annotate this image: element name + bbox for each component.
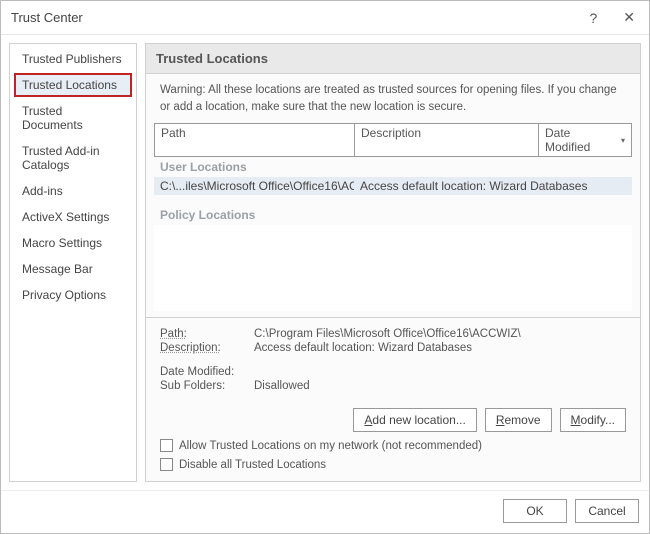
ok-button[interactable]: OK (503, 499, 567, 523)
window-controls: ? ✕ (585, 7, 639, 28)
cancel-button[interactable]: Cancel (575, 499, 639, 523)
dialog-body: Trusted Publishers Trusted Locations Tru… (1, 35, 649, 490)
add-new-location-button[interactable]: Add new location... (353, 408, 476, 432)
sidebar-item-trusted-locations[interactable]: Trusted Locations (14, 73, 132, 97)
action-buttons: Add new location... Remove Modify... (146, 402, 640, 436)
detail-label-description: Description: (160, 342, 238, 354)
dialog-footer: OK Cancel (1, 490, 649, 533)
close-icon[interactable]: ✕ (619, 7, 639, 28)
detail-value-sub-folders: Disallowed (254, 380, 626, 392)
sidebar-item-macro-settings[interactable]: Macro Settings (14, 231, 132, 255)
sidebar-item-label: Message Bar (22, 262, 93, 276)
locations-table: Path Description Date Modified ▾ (154, 123, 632, 157)
allow-network-checkbox[interactable] (160, 439, 173, 452)
location-details: Path: C:\Program Files\Microsoft Office\… (146, 317, 640, 402)
column-header-date-label: Date Modified (545, 126, 617, 154)
warning-text: Warning: All these locations are treated… (146, 74, 640, 123)
window-title: Trust Center (11, 10, 83, 25)
disable-all-checkbox-row[interactable]: Disable all Trusted Locations (146, 455, 640, 481)
sidebar-item-label: Add-ins (22, 184, 63, 198)
column-header-path[interactable]: Path (155, 124, 355, 156)
sidebar-item-trusted-publishers[interactable]: Trusted Publishers (14, 47, 132, 71)
detail-value-date-modified (254, 366, 626, 378)
column-headers: Path Description Date Modified ▾ (154, 123, 632, 157)
locations-list-area (154, 225, 632, 311)
column-header-description[interactable]: Description (355, 124, 539, 156)
chevron-down-icon: ▾ (621, 136, 625, 145)
section-policy-locations: Policy Locations (154, 205, 632, 225)
sidebar-item-label: Trusted Publishers (22, 52, 122, 66)
sidebar-item-activex-settings[interactable]: ActiveX Settings (14, 205, 132, 229)
sidebar-item-label: ActiveX Settings (22, 210, 109, 224)
help-icon[interactable]: ? (585, 8, 601, 28)
disable-all-checkbox[interactable] (160, 458, 173, 471)
section-user-locations: User Locations (154, 157, 632, 177)
sidebar-item-label: Trusted Add-in Catalogs (22, 144, 100, 172)
detail-value-path: C:\Program Files\Microsoft Office\Office… (254, 328, 626, 340)
sidebar-item-trusted-addin-catalogs[interactable]: Trusted Add-in Catalogs (14, 139, 132, 177)
sidebar-item-label: Trusted Locations (22, 78, 117, 92)
detail-value-description: Access default location: Wizard Database… (254, 342, 626, 354)
disable-all-label: Disable all Trusted Locations (179, 459, 326, 471)
table-row[interactable]: C:\...iles\Microsoft Office\Office16\ACC… (154, 177, 632, 195)
sidebar-item-privacy-options[interactable]: Privacy Options (14, 283, 132, 307)
detail-label-path: Path: (160, 328, 238, 340)
column-header-date-modified[interactable]: Date Modified ▾ (539, 124, 631, 156)
allow-network-checkbox-row[interactable]: Allow Trusted Locations on my network (n… (146, 436, 640, 455)
sidebar-item-label: Privacy Options (22, 288, 106, 302)
detail-label-date-modified: Date Modified: (160, 366, 238, 378)
modify-button[interactable]: Modify... (560, 408, 626, 432)
sidebar-item-trusted-documents[interactable]: Trusted Documents (14, 99, 132, 137)
detail-label-sub-folders: Sub Folders: (160, 380, 238, 392)
sidebar-item-addins[interactable]: Add-ins (14, 179, 132, 203)
remove-button[interactable]: Remove (485, 408, 552, 432)
sidebar-item-label: Macro Settings (22, 236, 102, 250)
titlebar: Trust Center ? ✕ (1, 1, 649, 35)
row-path: C:\...iles\Microsoft Office\Office16\ACC… (154, 177, 354, 195)
sidebar-item-label: Trusted Documents (22, 104, 83, 132)
row-description: Access default location: Wizard Database… (354, 177, 632, 195)
allow-network-label: Allow Trusted Locations on my network (n… (179, 440, 482, 452)
panel-heading: Trusted Locations (146, 44, 640, 74)
sidebar: Trusted Publishers Trusted Locations Tru… (9, 43, 137, 482)
sidebar-item-message-bar[interactable]: Message Bar (14, 257, 132, 281)
main-panel: Trusted Locations Warning: All these loc… (145, 43, 641, 482)
